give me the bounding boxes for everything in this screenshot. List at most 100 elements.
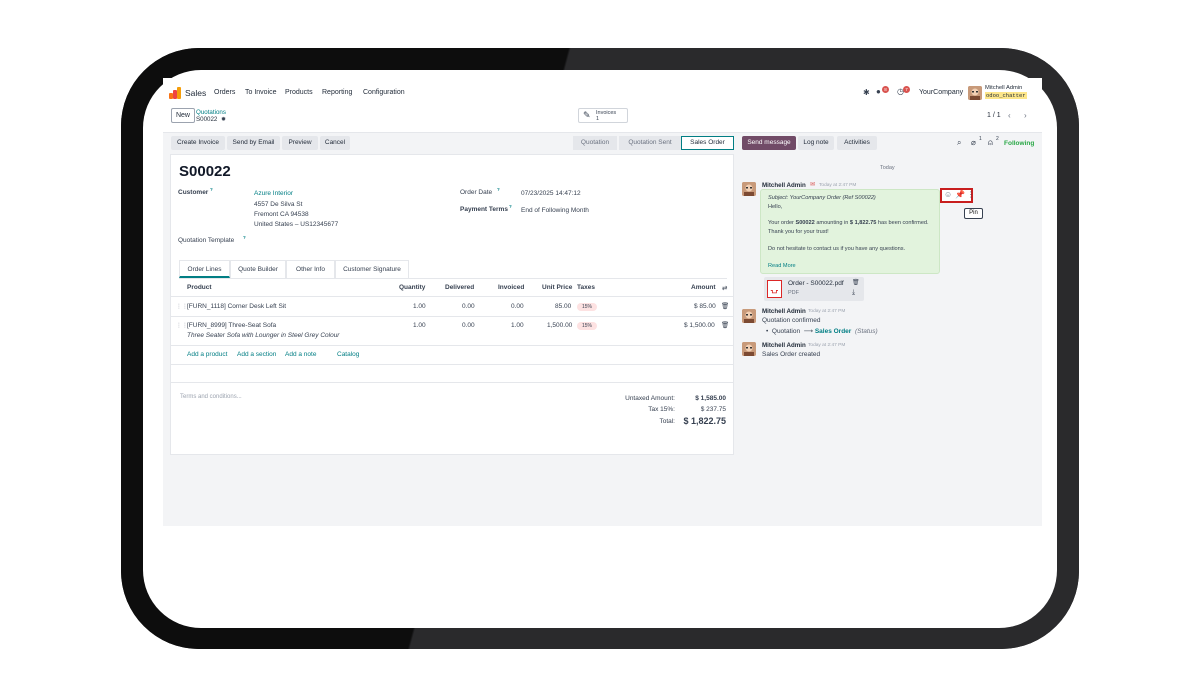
message-time: Today at 2:47 PM (819, 183, 857, 188)
line-quantity[interactable]: 1.00 (413, 303, 426, 310)
help-tooltip-icon[interactable]: ? (243, 235, 246, 240)
preview-button[interactable]: Preview (282, 136, 318, 150)
gear-icon[interactable]: ✹ (221, 116, 226, 123)
line-unit-price[interactable]: 85.00 (555, 303, 571, 310)
breadcrumb-quotations[interactable]: Quotations (196, 109, 226, 116)
line-description[interactable]: Three Seater Sofa with Lounger in Steel … (187, 332, 339, 339)
search-icon[interactable]: ⌕ (957, 138, 961, 148)
table-header-line (171, 296, 733, 297)
customer-address-3: United States – US12345677 (254, 221, 339, 228)
pager-value[interactable]: 1 / 1 (987, 112, 1001, 119)
stage-quotation-sent[interactable]: Quotation Sent (619, 136, 681, 150)
col-quantity[interactable]: Quantity (399, 284, 425, 291)
pdf-attachment[interactable]: ⍽ Order - S00022.pdf PDF 🗑 ⤓ (764, 277, 864, 301)
stage-quotation[interactable]: Quotation (573, 136, 617, 150)
new-button[interactable]: New (171, 108, 195, 123)
terms-input[interactable]: Terms and conditions... (180, 394, 242, 400)
send-by-email-button[interactable]: Send by Email (227, 136, 280, 150)
help-tooltip-icon[interactable]: ? (497, 187, 500, 192)
activities-button[interactable]: Activities (837, 136, 877, 150)
col-amount[interactable]: Amount (691, 284, 716, 291)
message-author[interactable]: Mitchell Admin (762, 182, 806, 189)
add-section-link[interactable]: Add a section (237, 351, 276, 358)
more-actions-icon[interactable]: ⋮ (967, 190, 975, 199)
menu-configuration[interactable]: Configuration (363, 89, 405, 96)
email-body: Your order S00022 amounting in $ 1,822.7… (768, 220, 929, 226)
app-name[interactable]: Sales (185, 88, 206, 98)
top-navbar: Sales Orders To Invoice Products Reporti… (163, 78, 1042, 108)
company-switcher[interactable]: YourCompany (919, 89, 963, 96)
sales-app-icon[interactable] (169, 87, 181, 99)
help-tooltip-icon[interactable]: ? (509, 204, 512, 209)
followers-count: 2 (996, 136, 999, 142)
download-icon[interactable]: ⤓ (852, 289, 855, 297)
followers-icon[interactable]: ⍝ (988, 138, 993, 148)
pin-icon[interactable]: 📌 (955, 190, 965, 199)
email-greeting: Hello, (768, 204, 783, 210)
customer-link[interactable]: Azure Interior (254, 190, 293, 197)
tab-customer-signature[interactable]: Customer Signature (335, 260, 409, 278)
pencil-square-icon: ✎ (583, 110, 591, 120)
tax-badge[interactable]: 15% (577, 303, 597, 311)
author-avatar[interactable] (742, 182, 756, 196)
line-amount: $ 85.00 (694, 303, 716, 310)
author-avatar[interactable] (742, 342, 756, 356)
message-author[interactable]: Mitchell Admin (762, 308, 806, 315)
tracking-value: • Quotation ⟶ Sales Order (Status) (766, 328, 878, 335)
create-invoice-button[interactable]: Create Invoice (171, 136, 225, 150)
pin-tooltip: Pin (964, 208, 983, 219)
tab-other-info[interactable]: Other Info (286, 260, 335, 278)
payment-terms-value[interactable]: End of Following Month (521, 207, 589, 214)
message-author[interactable]: Mitchell Admin (762, 342, 806, 349)
tab-order-lines[interactable]: Order Lines (179, 260, 230, 278)
stage-sales-order[interactable]: Sales Order (681, 136, 734, 150)
messages-icon[interactable]: ● (876, 87, 881, 96)
author-avatar[interactable] (742, 309, 756, 323)
menu-orders[interactable]: Orders (214, 89, 235, 96)
menu-reporting[interactable]: Reporting (322, 89, 352, 96)
line-product[interactable]: [FURN_8999] Three-Seat Sofa (187, 322, 276, 329)
pager-next-icon[interactable]: › (1024, 111, 1027, 120)
trash-icon[interactable]: 🗑 (852, 279, 860, 286)
email-subject: Subject: YourCompany Order (Ref S00022) (768, 195, 876, 201)
bug-icon[interactable]: ✱ (863, 88, 870, 97)
user-name[interactable]: Mitchell Admin (985, 85, 1022, 91)
column-settings-icon[interactable]: ⇄ (722, 284, 727, 292)
line-unit-price[interactable]: 1,500.00 (547, 322, 572, 329)
col-invoiced[interactable]: Invoiced (498, 284, 524, 291)
untaxed-label: Untaxed Amount: (625, 395, 675, 402)
add-product-link[interactable]: Add a product (187, 351, 227, 358)
line-delivered[interactable]: 0.00 (462, 322, 475, 329)
add-note-link[interactable]: Add a note (285, 351, 316, 358)
user-avatar[interactable] (968, 86, 982, 100)
following-button[interactable]: Following (1004, 140, 1034, 147)
tax-value: $ 237.75 (700, 406, 726, 413)
send-message-button[interactable]: Send message (742, 136, 796, 150)
tax-label: Tax 15%: (648, 406, 675, 413)
trash-icon[interactable]: 🗑 (721, 302, 729, 310)
add-reaction-icon[interactable]: ☺ (944, 190, 952, 199)
menu-to-invoice[interactable]: To Invoice (245, 89, 277, 96)
col-taxes[interactable]: Taxes (577, 284, 595, 291)
line-delivered[interactable]: 0.00 (462, 303, 475, 310)
log-note-button[interactable]: Log note (798, 136, 834, 150)
tax-badge[interactable]: 15% (577, 322, 597, 330)
line-quantity[interactable]: 1.00 (413, 322, 426, 329)
attachment-type: PDF (788, 290, 799, 296)
col-delivered[interactable]: Delivered (445, 284, 474, 291)
col-product[interactable]: Product (187, 284, 212, 291)
breadcrumb-current: S00022 (196, 116, 218, 123)
menu-products[interactable]: Products (285, 89, 313, 96)
tab-quote-builder[interactable]: Quote Builder (230, 260, 286, 278)
pager-prev-icon[interactable]: ‹ (1008, 111, 1011, 120)
catalog-link[interactable]: Catalog (337, 351, 359, 358)
read-more-link[interactable]: Read More (768, 263, 796, 269)
trash-icon[interactable]: 🗑 (721, 321, 729, 329)
order-date-value[interactable]: 07/23/2025 14:47:12 (521, 190, 581, 197)
help-tooltip-icon[interactable]: ? (210, 187, 213, 192)
paperclip-icon[interactable]: ⌀ (971, 138, 976, 147)
invoices-smart-button[interactable]: ✎ Invoices 1 (578, 108, 628, 123)
line-product[interactable]: [FURN_1118] Corner Desk Left Sit (187, 303, 286, 310)
cancel-button[interactable]: Cancel (320, 136, 350, 150)
col-unit-price[interactable]: Unit Price (542, 284, 572, 291)
